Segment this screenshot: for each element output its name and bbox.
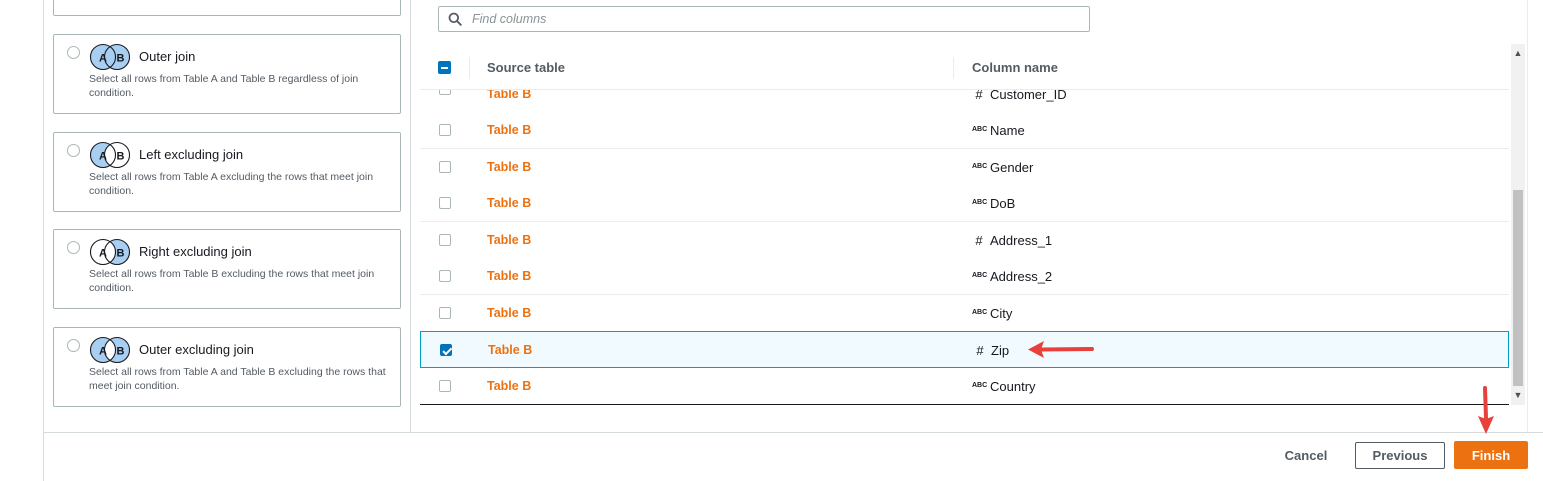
column-name: Country	[990, 379, 1036, 394]
svg-text:A: A	[99, 53, 107, 65]
join-option-title: Outer excluding join	[139, 342, 254, 357]
join-option-radio[interactable]	[67, 339, 80, 352]
table-row[interactable]: Table B ABC Country	[420, 368, 1509, 404]
join-option-card[interactable]: A B Left excluding join Select all rows fro…	[53, 132, 401, 212]
header-separator	[469, 57, 470, 79]
join-option-card[interactable]: A B Right excluding join Select all rows fr…	[53, 229, 401, 309]
column-name: Gender	[990, 160, 1034, 175]
svg-text:B: B	[117, 151, 125, 163]
string-type-icon: ABC	[972, 163, 988, 170]
scrollbar-thumb[interactable]	[1513, 190, 1523, 386]
table-row[interactable]: Table B ABC Name	[420, 112, 1509, 149]
join-option-description: Select all rows from Table B excluding t…	[89, 268, 375, 294]
table-row[interactable]: Table B ABC DoB	[420, 185, 1509, 222]
column-selection-panel: Source table Column name Table B#Custome…	[411, 0, 1527, 432]
number-type-icon: #	[975, 233, 983, 248]
string-type-icon: ABC	[972, 199, 988, 206]
join-option-title: Outer join	[139, 49, 196, 64]
finish-button[interactable]: Finish	[1454, 441, 1528, 469]
row-checkbox[interactable]	[439, 380, 451, 392]
join-option-description: Select all rows from Table A and Table B…	[89, 73, 359, 99]
venn-diagram-icon: AB	[89, 336, 131, 364]
source-table-link[interactable]: Table B	[487, 123, 531, 137]
svg-text:B: B	[117, 248, 125, 260]
table-scrollbar[interactable]: ▲ ▼	[1511, 44, 1525, 405]
column-name: City	[990, 306, 1013, 321]
join-option-radio[interactable]	[67, 241, 80, 254]
column-search-box[interactable]	[438, 6, 1090, 32]
row-checkbox[interactable]	[439, 270, 451, 282]
join-option-card[interactable]: A B Outer excluding join Select all rows fr…	[53, 327, 401, 407]
select-all-checkbox[interactable]	[438, 61, 451, 74]
svg-text:B: B	[117, 346, 125, 358]
join-option-title: Left excluding join	[139, 147, 244, 162]
row-checkbox[interactable]	[439, 124, 451, 136]
venn-diagram-icon: AB	[89, 238, 131, 266]
scroll-up-arrow-icon[interactable]: ▲	[1513, 47, 1523, 59]
table-row[interactable]: Table B ABC Address_2	[420, 258, 1509, 295]
source-table-link[interactable]: Table B	[487, 379, 531, 393]
svg-text:B: B	[117, 53, 125, 65]
venn-diagram-icon: AB	[89, 141, 131, 169]
join-option-radio[interactable]	[67, 46, 80, 59]
footer-divider	[44, 432, 1543, 433]
column-name-header[interactable]: Column name	[972, 60, 1058, 75]
join-option-description: Select all rows from Table A excluding t…	[89, 171, 374, 197]
scroll-down-arrow-icon[interactable]: ▼	[1513, 389, 1523, 401]
previous-button[interactable]: Previous	[1355, 442, 1445, 469]
column-name: DoB	[990, 196, 1016, 211]
source-table-link[interactable]: Table B	[487, 233, 531, 247]
search-icon	[448, 12, 462, 26]
source-table-link[interactable]: Table B	[487, 306, 531, 320]
string-type-icon: ABC	[972, 382, 988, 389]
cancel-button[interactable]: Cancel	[1272, 442, 1340, 469]
source-table-link[interactable]: Table B	[487, 196, 531, 210]
column-name: Address_1	[990, 233, 1053, 248]
table-row[interactable]: Table B ABC Gender	[420, 149, 1509, 186]
columns-table: Source table Column name Table B # Custome…	[420, 44, 1509, 405]
svg-text:A: A	[99, 151, 107, 163]
column-name: Zip	[991, 343, 1010, 358]
header-separator	[953, 57, 954, 79]
venn-diagram-icon: AB	[89, 43, 131, 71]
row-checkbox[interactable]	[439, 161, 451, 173]
search-input[interactable]	[470, 9, 1070, 29]
join-option-description: Select all rows from Table A and Table B…	[89, 366, 386, 392]
source-table-link[interactable]: Table B	[487, 160, 531, 174]
row-checkbox[interactable]	[439, 307, 451, 319]
join-option-card[interactable]: A B Outer join Select all rows from Table A…	[53, 34, 401, 114]
svg-text:A: A	[99, 346, 107, 358]
row-checkbox[interactable]	[439, 234, 451, 246]
column-name: Name	[990, 123, 1025, 138]
source-table-link[interactable]: Table B	[488, 343, 532, 357]
table-row[interactable]: Table B # Address_1	[420, 222, 1509, 259]
table-header: Source table Column name	[420, 44, 1509, 90]
row-checkbox[interactable]	[439, 197, 451, 209]
svg-text:A: A	[99, 248, 107, 260]
right-border	[1527, 0, 1528, 432]
column-name: Address_2	[990, 269, 1053, 284]
join-card-partial	[53, 0, 401, 16]
string-type-icon: ABC	[972, 126, 988, 133]
table-row[interactable]: Table B # Zip	[420, 331, 1509, 368]
source-table-link[interactable]: Table B	[487, 269, 531, 283]
row-checkbox[interactable]	[440, 344, 452, 356]
join-type-panel: A B Outer join Select all rows from Table A…	[44, 0, 410, 432]
source-table-header[interactable]: Source table	[487, 60, 565, 75]
number-type-icon: #	[976, 343, 984, 358]
join-option-title: Right excluding join	[139, 244, 252, 259]
string-type-icon: ABC	[972, 309, 988, 316]
string-type-icon: ABC	[972, 272, 988, 279]
table-row[interactable]: Table B ABC City	[420, 295, 1509, 332]
join-option-radio[interactable]	[67, 144, 80, 157]
